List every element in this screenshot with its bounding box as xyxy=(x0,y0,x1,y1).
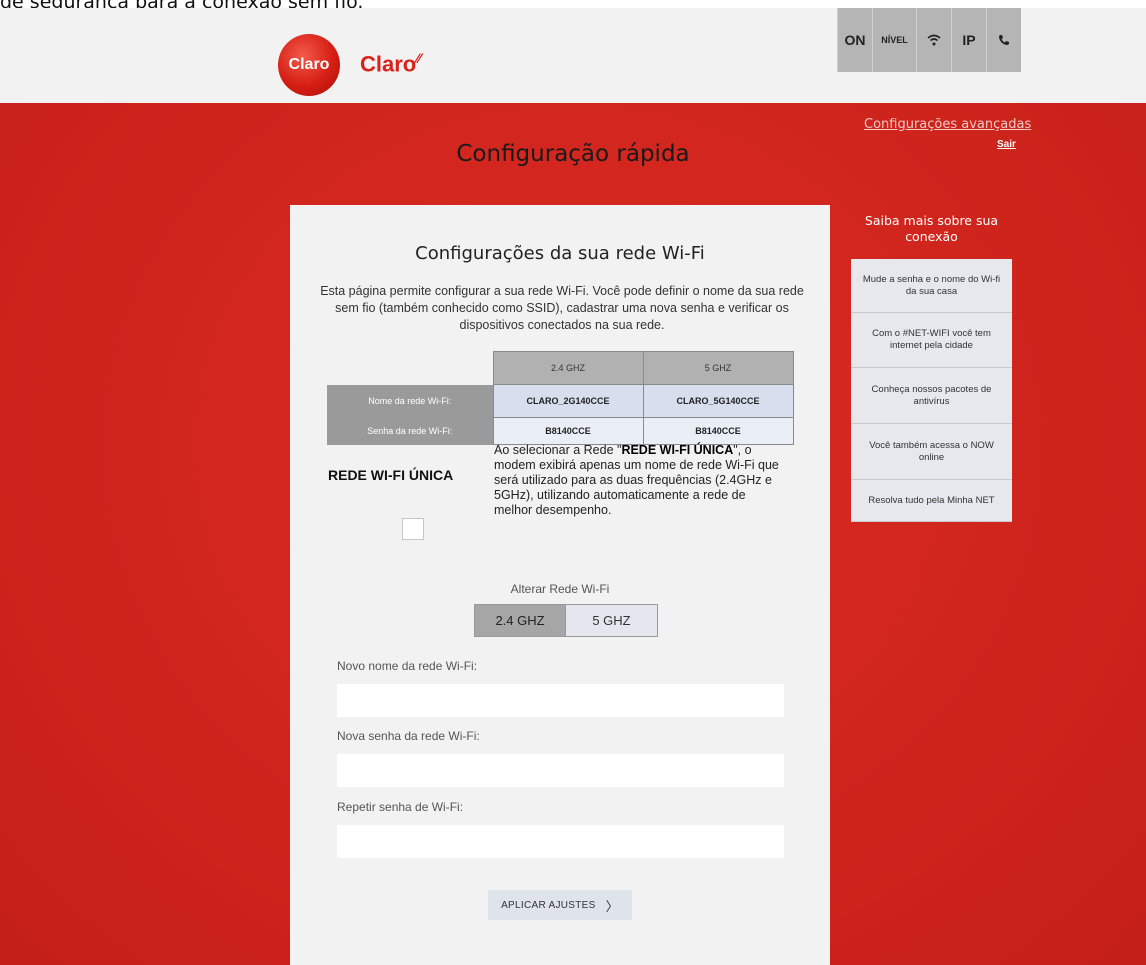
repeat-password-input[interactable] xyxy=(337,825,784,858)
apply-button-label: APLICAR AJUSTES xyxy=(501,899,596,911)
sidebar-item-net-wifi[interactable]: Com o #NET-WIFI você tem internet pela c… xyxy=(851,313,1012,368)
band-5ghz-button[interactable]: 5 GHZ xyxy=(566,604,658,637)
unique-network-checkbox[interactable] xyxy=(402,518,424,540)
status-on-button[interactable]: ON xyxy=(837,8,872,72)
status-level-button[interactable]: NÍVEL xyxy=(872,8,916,72)
wifi-settings-panel: Configurações da sua rede Wi-Fi Esta pág… xyxy=(290,205,830,965)
unique-network-description: Ao selecionar a Rede "REDE WI-FI ÚNICA",… xyxy=(494,443,784,518)
panel-title: Configurações da sua rede Wi-Fi xyxy=(415,243,705,264)
wifi-icon[interactable] xyxy=(916,8,951,72)
row-label-ssid: Nome da rede Wi-Fi: xyxy=(327,384,493,418)
ssid-24ghz-value: CLARO_2G140CCE xyxy=(492,384,644,418)
table-header-24ghz: 2.4 GHZ xyxy=(492,351,644,385)
new-ssid-input[interactable] xyxy=(337,684,784,717)
new-ssid-label: Novo nome da rede Wi-Fi: xyxy=(337,659,478,673)
table-corner xyxy=(327,352,493,385)
claro-logo-text: Claro⁄⁄ xyxy=(360,50,421,77)
row-label-password: Senha da rede Wi-Fi: xyxy=(327,417,493,445)
page-title: Configuração rápida xyxy=(456,141,690,167)
ssid-5ghz-value: CLARO_5G140CCE xyxy=(642,384,794,418)
sidebar-item-change-password[interactable]: Mude a senha e o nome do Wi-fi da sua ca… xyxy=(851,259,1012,313)
status-bar: ON NÍVEL IP xyxy=(837,8,1021,72)
sidebar-item-minha-net[interactable]: Resolva tudo pela Minha NET xyxy=(851,480,1012,522)
unique-text-bold: REDE WI-FI ÚNICA xyxy=(621,443,734,457)
sidebar-item-now-online[interactable]: Você também acessa o NOW online xyxy=(851,424,1012,480)
wifi-info-table: 2.4 GHZ 5 GHZ Nome da rede Wi-Fi: CLARO_… xyxy=(327,351,794,445)
unique-network-label: REDE WI-FI ÚNICA xyxy=(328,467,454,483)
password-24ghz-value: B8140CCE xyxy=(492,417,644,445)
apply-settings-button[interactable]: APLICAR AJUSTES 〉 xyxy=(488,890,632,920)
logo-accent-icon: ⁄⁄ xyxy=(416,50,421,66)
logo-text-label: Claro xyxy=(360,51,417,77)
sidebar-title: Saiba mais sobre sua conexão xyxy=(864,213,999,244)
table-header-row: 2.4 GHZ 5 GHZ xyxy=(327,351,794,385)
phone-icon[interactable] xyxy=(986,8,1021,72)
alter-network-label: Alterar Rede Wi-Fi xyxy=(510,582,610,596)
claro-logo-badge[interactable]: Claro xyxy=(278,34,340,96)
table-row: Nome da rede Wi-Fi: CLARO_2G140CCE CLARO… xyxy=(327,384,794,418)
new-password-input[interactable] xyxy=(337,754,784,787)
chevron-right-icon: 〉 xyxy=(605,898,619,914)
advanced-settings-link[interactable]: Configurações avançadas xyxy=(864,117,1031,132)
panel-description: Esta página permite configurar a sua red… xyxy=(320,284,804,332)
status-ip-button[interactable]: IP xyxy=(951,8,986,72)
band-toggle: 2.4 GHZ 5 GHZ xyxy=(474,604,658,637)
band-24ghz-button[interactable]: 2.4 GHZ xyxy=(474,604,566,637)
repeat-password-label: Repetir senha de Wi-Fi: xyxy=(337,800,464,814)
sidebar-item-antivirus[interactable]: Conheça nossos pacotes de antivírus xyxy=(851,368,1012,424)
unique-text-before: Ao selecionar a Rede " xyxy=(494,443,622,457)
table-row: Senha da rede Wi-Fi: B8140CCE B8140CCE xyxy=(327,417,794,445)
new-password-label: Nova senha da rede Wi-Fi: xyxy=(337,729,480,743)
table-header-5ghz: 5 GHZ xyxy=(642,351,794,385)
password-5ghz-value: B8140CCE xyxy=(642,417,794,445)
